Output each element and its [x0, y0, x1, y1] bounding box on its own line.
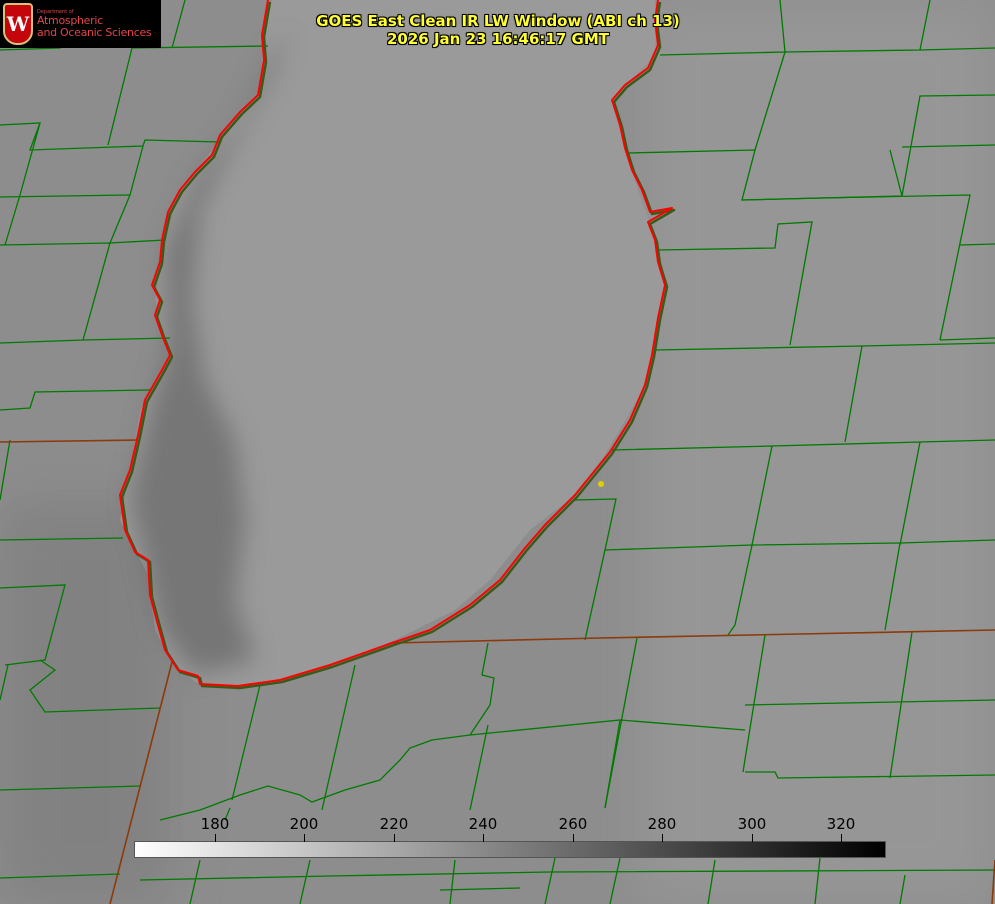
colorbar-tick-label: 320: [826, 815, 856, 833]
colorbar-tick-label: 260: [558, 815, 588, 833]
temperature-colorbar: [134, 841, 886, 858]
logo-line-1: Atmospheric: [37, 14, 103, 28]
colorbar-tick-label: 180: [200, 815, 230, 833]
logo-text: Department of Atmospheric and Oceanic Sc…: [37, 9, 152, 39]
map-canvas: [0, 0, 995, 904]
station-marker: [598, 481, 604, 487]
colorbar-tick-mark: [215, 834, 216, 842]
satellite-image-view: W Department of Atmospheric and Oceanic …: [0, 0, 995, 904]
colorbar-tick-label: 280: [647, 815, 677, 833]
colorbar-tick-mark: [573, 834, 574, 842]
colorbar-tick-label: 240: [468, 815, 498, 833]
colorbar-tick-label: 220: [379, 815, 409, 833]
colorbar-tick-label: 300: [737, 815, 767, 833]
colorbar-tick-mark: [394, 834, 395, 842]
aos-logo: W Department of Atmospheric and Oceanic …: [0, 0, 161, 48]
cold-region-east: [640, 0, 995, 904]
uw-crest-icon: W: [3, 3, 33, 45]
product-title: GOES East Clean IR LW Window (ABI ch 13): [316, 12, 680, 30]
colorbar-tick-mark: [483, 834, 484, 842]
colorbar-tick-mark: [841, 834, 842, 842]
logo-line-2: and Oceanic Sciences: [37, 25, 152, 39]
colorbar-tick-label: 200: [289, 815, 319, 833]
product-timestamp: 2026 Jan 23 16:46:17 GMT: [387, 30, 609, 48]
colorbar-tick-mark: [304, 834, 305, 842]
colorbar-tick-mark: [662, 834, 663, 842]
colorbar-tick-mark: [752, 834, 753, 842]
